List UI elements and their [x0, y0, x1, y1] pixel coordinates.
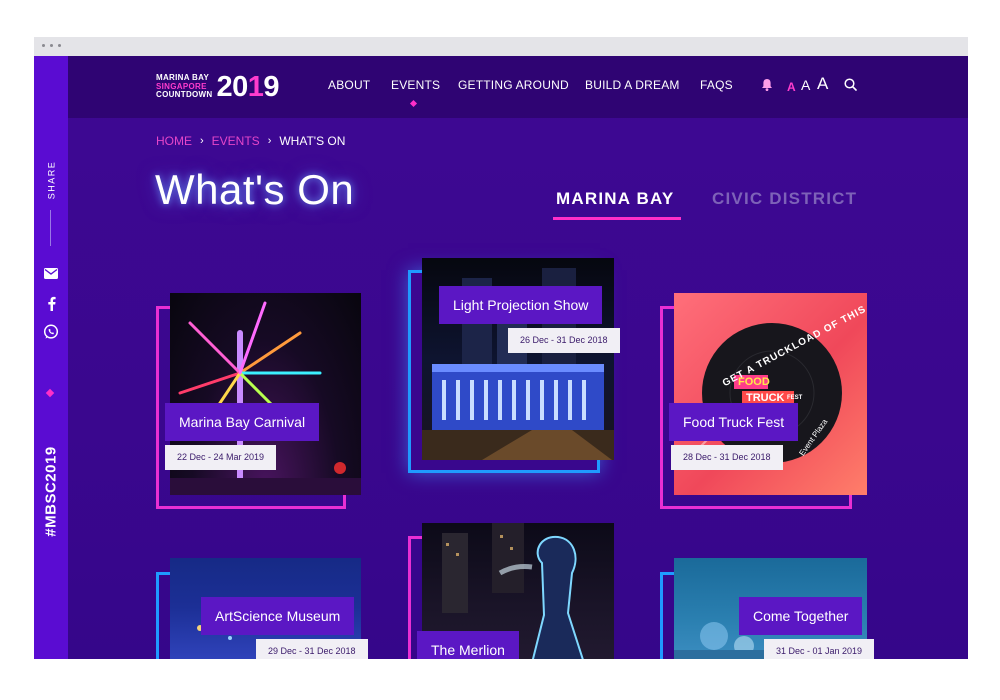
active-tab-underline: [553, 217, 681, 220]
rail-diamond-marker: [45, 388, 55, 398]
logo-wordmark: MARINA BAY SINGAPORE COUNTDOWN: [156, 73, 213, 100]
share-label: SHARE: [46, 160, 57, 200]
nav-events[interactable]: EVENTS: [391, 78, 440, 92]
badge-brand-food: FOOD: [738, 376, 770, 388]
nav-build-a-dream[interactable]: BUILD A DREAM: [585, 78, 680, 92]
search-icon[interactable]: [844, 78, 857, 96]
nav-about[interactable]: ABOUT: [328, 78, 370, 92]
site-logo[interactable]: MARINA BAY SINGAPORE COUNTDOWN 2019: [156, 70, 280, 104]
card-date: 31 Dec - 01 Jan 2019: [764, 639, 875, 659]
facebook-icon[interactable]: [42, 295, 60, 311]
rail-divider: [50, 210, 51, 246]
share-siderail: SHARE #MBSC2019: [34, 56, 68, 659]
card-title: Come Together: [739, 597, 863, 635]
breadcrumb-chevron-icon: ›: [200, 135, 204, 147]
font-size-small[interactable]: A: [787, 80, 796, 94]
tab-civic-district[interactable]: CIVIC DISTRICT: [712, 189, 857, 209]
tab-marina-bay[interactable]: MARINA BAY: [556, 189, 674, 209]
breadcrumb-chevron-icon: ›: [267, 135, 272, 147]
logo-year: 2019: [216, 70, 280, 103]
card-title: Food Truck Fest: [669, 403, 799, 441]
card-date: 22 Dec - 24 Mar 2019: [165, 445, 277, 470]
card-title: Marina Bay Carnival: [165, 403, 320, 441]
notification-bell-icon[interactable]: [760, 78, 774, 95]
breadcrumb-events[interactable]: EVENTS: [212, 134, 260, 148]
page-title: What's On: [155, 166, 355, 213]
window-controls[interactable]: [42, 44, 61, 47]
breadcrumb: HOME › EVENTS › WHAT'S ON: [156, 134, 345, 148]
card-title: Light Projection Show: [439, 286, 603, 324]
hashtag-label: #MBSC2019: [42, 445, 60, 537]
breadcrumb-home[interactable]: HOME: [156, 134, 192, 148]
font-size-large[interactable]: A: [817, 74, 828, 94]
card-date: 26 Dec - 31 Dec 2018: [508, 328, 620, 353]
active-nav-indicator: [409, 99, 418, 108]
card-date: 29 Dec - 31 Dec 2018: [256, 639, 368, 659]
card-title: The Merlion: [417, 631, 519, 659]
card-date: 28 Dec - 31 Dec 2018: [671, 445, 783, 470]
card-title: ArtScience Museum: [201, 597, 355, 635]
top-navigation: MARINA BAY SINGAPORE COUNTDOWN 2019 ABOU…: [68, 56, 968, 118]
whatsapp-icon[interactable]: [42, 324, 60, 340]
page-viewport: SHARE #MBSC2019 MARINA BAY SINGAPORE COU…: [34, 56, 968, 659]
nav-faqs[interactable]: FAQS: [700, 78, 733, 92]
font-size-medium[interactable]: A: [801, 77, 810, 93]
browser-toolbar: [34, 37, 968, 56]
badge-brand-fest: FEST: [787, 395, 803, 401]
email-icon[interactable]: [42, 265, 60, 281]
breadcrumb-current: WHAT'S ON: [279, 134, 346, 148]
nav-getting-around[interactable]: GETTING AROUND: [458, 78, 569, 92]
